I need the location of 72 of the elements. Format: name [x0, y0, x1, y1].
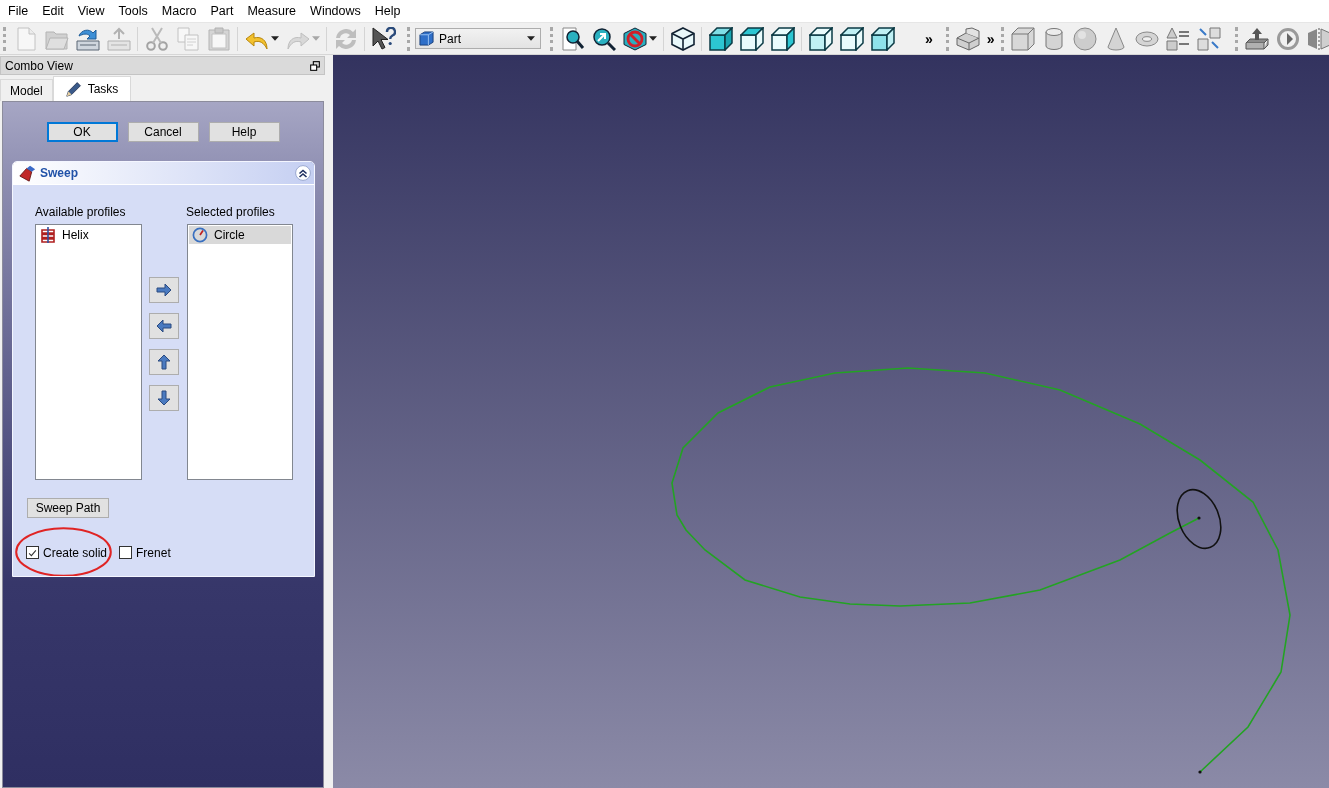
primitive-shapes-icon[interactable]: [1166, 26, 1191, 51]
right-arrow-icon: [156, 282, 172, 298]
box-icon[interactable]: [1011, 26, 1036, 51]
circle-profile: [1176, 488, 1222, 550]
cube-face-icon[interactable]: [770, 26, 795, 51]
tab[interactable]: Tasks: [52, 76, 132, 101]
cube-face-icon[interactable]: [870, 26, 895, 51]
caret-icon[interactable]: [527, 36, 535, 41]
cube-face-icon[interactable]: [739, 26, 764, 51]
dialog-button[interactable]: OK: [46, 122, 118, 142]
checkbox-label: Create solid: [43, 545, 108, 560]
caret-icon[interactable]: [649, 36, 657, 41]
tray-arrow-icon[interactable]: [75, 26, 100, 51]
mirror-icon[interactable]: [1307, 26, 1329, 51]
cube-face-icon[interactable]: [808, 26, 833, 51]
toolbar-overflow-button[interactable]: »: [922, 30, 936, 47]
pencil-icon: [65, 81, 82, 97]
list-item[interactable]: Circle: [189, 226, 291, 244]
list-box[interactable]: Helix: [35, 224, 142, 480]
tab[interactable]: Model: [0, 79, 53, 101]
cube-icon: [419, 31, 434, 46]
shape-builder-icon[interactable]: [1197, 26, 1222, 51]
circle-icon: [192, 227, 208, 243]
stepped-block-icon[interactable]: [956, 26, 981, 51]
dock-title: Combo View: [5, 58, 73, 73]
list-label: Selected profiles: [186, 205, 276, 219]
list-box[interactable]: Circle: [187, 224, 293, 480]
revolve-icon[interactable]: [1276, 26, 1301, 51]
helix-icon: [40, 227, 56, 243]
arrow-button[interactable]: [149, 313, 179, 339]
magnifier-arrow-icon[interactable]: [591, 26, 616, 51]
float-window-icon[interactable]: [310, 60, 320, 71]
extrude-icon[interactable]: [1245, 26, 1270, 51]
arrow-button[interactable]: [149, 385, 179, 411]
wireframe-cube-icon[interactable]: [670, 26, 695, 51]
workbench-dropdown[interactable]: Part: [415, 28, 541, 49]
panel-title: Sweep: [40, 166, 79, 180]
menu-item[interactable]: Part: [203, 4, 241, 18]
cube-face-icon[interactable]: [708, 26, 733, 51]
dialog-button[interactable]: Help: [208, 122, 280, 142]
menu-item[interactable]: Windows: [303, 4, 368, 18]
checkbox[interactable]: [26, 546, 39, 559]
checkmark-icon: [28, 548, 37, 557]
down-arrow-icon: [156, 390, 172, 406]
page-magnifier-icon[interactable]: [560, 26, 585, 51]
up-arrow-icon: [156, 354, 172, 370]
menu-item[interactable]: View: [70, 4, 112, 18]
menu-item[interactable]: File: [1, 4, 36, 18]
pointer-question-icon[interactable]: [371, 26, 396, 51]
toolbar-overflow-button[interactable]: »: [983, 30, 998, 47]
left-arrow-icon: [156, 318, 172, 334]
menu-item[interactable]: Edit: [35, 4, 71, 18]
list-label: Available profiles: [35, 205, 127, 219]
cube-face-icon[interactable]: [839, 26, 864, 51]
arrow-button[interactable]: [149, 277, 179, 303]
menu-item[interactable]: Macro: [154, 4, 204, 18]
collapse-icon[interactable]: [295, 165, 311, 181]
checkbox[interactable]: [119, 546, 133, 559]
arrow-button[interactable]: [149, 349, 179, 375]
menu-item[interactable]: Tools: [111, 4, 155, 18]
menu-item[interactable]: Help: [367, 4, 408, 18]
sphere-icon[interactable]: [1073, 26, 1098, 51]
sweep-icon: [19, 164, 36, 182]
checkbox-label: Frenet: [136, 545, 171, 560]
cube-no-sign-icon[interactable]: [622, 26, 647, 51]
menu-item[interactable]: Measure: [240, 4, 304, 18]
list-item[interactable]: Helix: [37, 226, 140, 244]
sweep-path-button[interactable]: Sweep Path: [27, 498, 109, 518]
vertex-dot: [1197, 516, 1201, 520]
caret-icon[interactable]: [271, 36, 279, 41]
vertex-dot: [1198, 770, 1202, 774]
dialog-button[interactable]: Cancel: [127, 122, 199, 142]
